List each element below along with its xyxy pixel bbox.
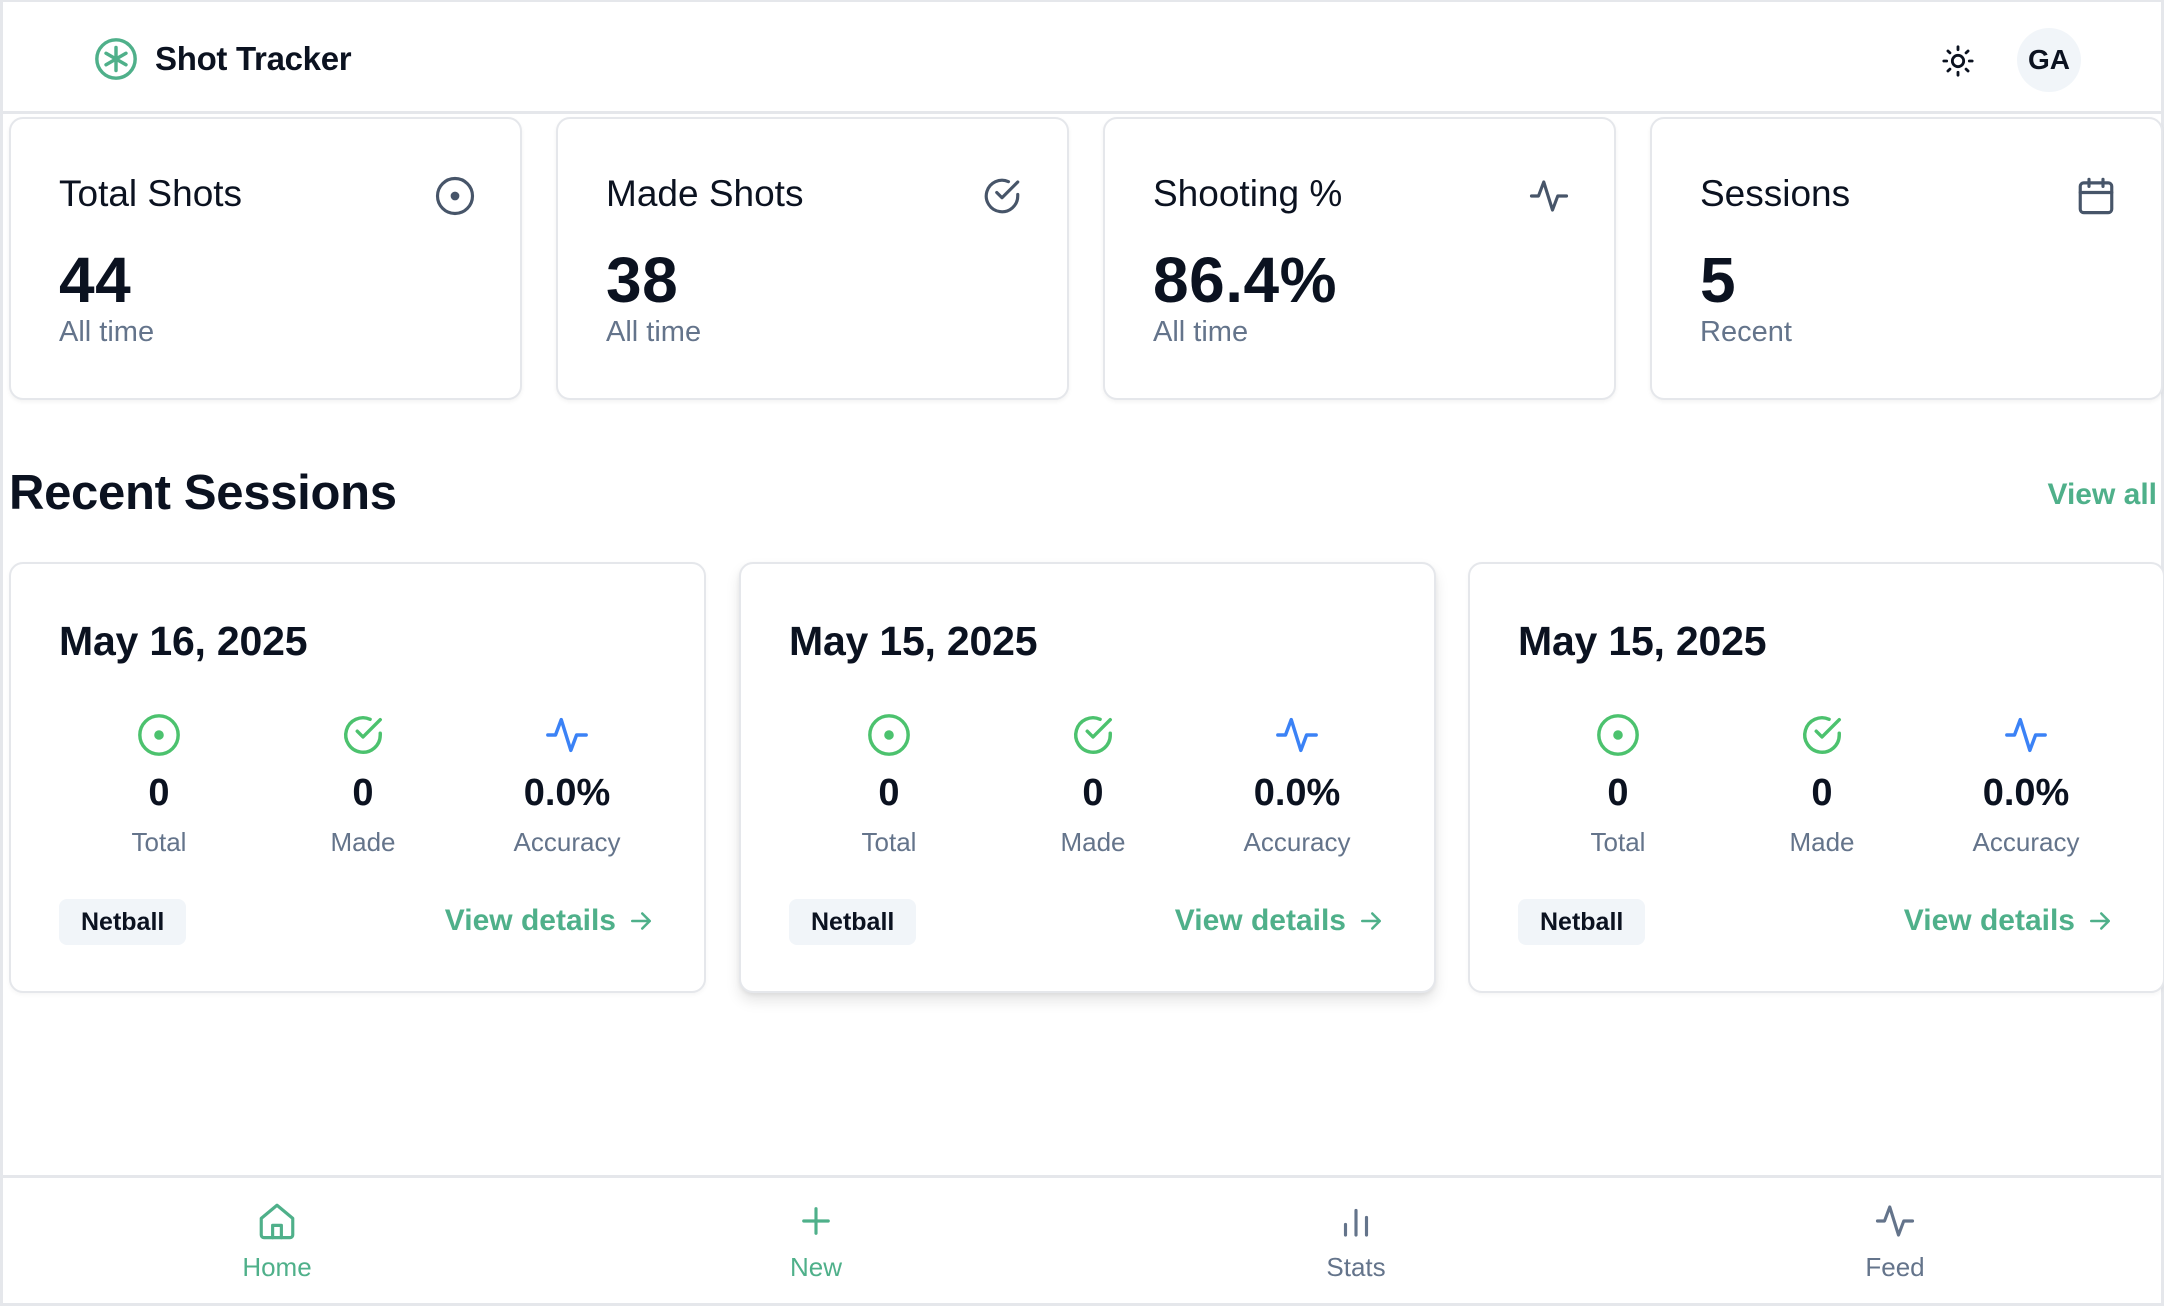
nav-item-stats[interactable]: Stats <box>1256 1200 1456 1283</box>
arrow-right-icon <box>631 912 651 930</box>
bar-chart-icon <box>1343 1208 1369 1237</box>
view-details-label: View details <box>1903 904 2075 937</box>
stat-subtitle: All time <box>59 316 155 348</box>
session-card[interactable]: May 15, 2025 0 Total 0 Made 0.0% Accurac… <box>739 562 1436 993</box>
view-all-link[interactable]: View all <box>2047 478 2157 512</box>
stat-subtitle: All time <box>606 316 702 348</box>
metric-total: 0 Total <box>1518 712 1718 858</box>
stat-card-made-shots: Made Shots 38 All time <box>556 117 1069 400</box>
stat-title: Made Shots <box>606 173 804 214</box>
session-card[interactable]: May 16, 2025 0 Total 0 Made 0.0% Accurac… <box>9 562 706 993</box>
metric-label: Total <box>131 827 187 857</box>
metric-label: Total <box>861 827 917 857</box>
check-circle-icon <box>1803 716 1841 754</box>
metric-accuracy: 0.0% Accuracy <box>467 712 667 858</box>
bottom-nav: Home New Stats Feed <box>3 1175 2161 1303</box>
stat-value: 38 <box>606 244 679 316</box>
metric-label: Accuracy <box>1243 827 1351 857</box>
stat-title: Sessions <box>1700 173 1851 214</box>
logo-icon <box>95 38 137 80</box>
target-icon <box>1597 714 1639 756</box>
metric-accuracy: 0.0% Accuracy <box>1926 712 2126 858</box>
check-circle-icon <box>1074 716 1112 754</box>
theme-toggle-button[interactable] <box>1937 40 1979 82</box>
metric-value: 0 <box>1607 772 1629 814</box>
sport-tag: Netball <box>59 899 187 945</box>
session-date: May 15, 2025 <box>1518 618 1767 664</box>
activity-icon <box>546 717 588 753</box>
metric-label: Accuracy <box>513 827 621 857</box>
target-icon <box>435 176 475 216</box>
view-details-link[interactable]: View details <box>1175 904 1386 938</box>
stat-title: Shooting % <box>1153 173 1343 214</box>
activity-icon <box>1276 717 1318 753</box>
stat-value: 86.4% <box>1153 244 1337 316</box>
metric-value: 0 <box>1811 772 1833 814</box>
stat-value: 5 <box>1700 244 1737 316</box>
view-details-link[interactable]: View details <box>1904 904 2115 938</box>
home-icon <box>259 1203 295 1240</box>
brand[interactable]: Shot Tracker <box>93 36 352 82</box>
metric-value: 0.0% <box>1253 772 1341 814</box>
arrow-right-icon <box>2090 912 2110 930</box>
recent-sessions-title: Recent Sessions <box>9 466 397 520</box>
stat-title: Total Shots <box>59 173 243 214</box>
metric-made: 0 Made <box>263 712 463 858</box>
metric-label: Made <box>1060 827 1126 857</box>
metric-total: 0 Total <box>59 712 259 858</box>
nav-item-new[interactable]: New <box>716 1200 916 1283</box>
nav-item-feed[interactable]: Feed <box>1795 1200 1995 1283</box>
sun-icon <box>1942 45 1974 77</box>
metric-value: 0 <box>1082 772 1104 814</box>
stat-card-shooting-percent: Shooting % 86.4% All time <box>1103 117 1616 400</box>
top-header: Shot Tracker GA <box>3 0 2161 114</box>
target-icon <box>138 714 180 756</box>
session-date: May 15, 2025 <box>789 618 1038 664</box>
arrow-right-icon <box>1361 912 1381 930</box>
nav-label: Home <box>242 1252 312 1282</box>
stat-card-sessions: Sessions 5 Recent <box>1650 117 2163 400</box>
nav-item-home[interactable]: Home <box>177 1200 377 1283</box>
stat-value: 44 <box>59 244 132 316</box>
nav-label: Stats <box>1326 1252 1386 1282</box>
activity-icon <box>1529 180 1569 212</box>
plus-icon <box>802 1207 830 1235</box>
activity-icon <box>2005 717 2047 753</box>
stats-row: Total Shots 44 All time Made Shots 38 Al… <box>9 117 2164 401</box>
metric-label: Made <box>330 827 396 857</box>
metric-value: 0.0% <box>1982 772 2070 814</box>
metric-total: 0 Total <box>789 712 989 858</box>
check-circle-icon <box>344 716 382 754</box>
metric-made: 0 Made <box>993 712 1193 858</box>
metric-value: 0 <box>148 772 170 814</box>
session-card[interactable]: May 15, 2025 0 Total 0 Made 0.0% Accurac… <box>1468 562 2164 993</box>
app-name: Shot Tracker <box>155 40 352 77</box>
activity-icon <box>1875 1205 1915 1237</box>
session-date: May 16, 2025 <box>59 618 308 664</box>
sport-tag: Netball <box>789 899 917 945</box>
metric-label: Accuracy <box>1972 827 2080 857</box>
metric-made: 0 Made <box>1722 712 1922 858</box>
view-details-label: View details <box>444 904 616 937</box>
nav-label: Feed <box>1865 1252 1925 1282</box>
stat-card-total-shots: Total Shots 44 All time <box>9 117 522 400</box>
stat-subtitle: Recent <box>1700 316 1792 348</box>
check-circle-icon <box>984 178 1020 214</box>
target-icon <box>868 714 910 756</box>
nav-label: New <box>789 1252 842 1282</box>
app-frame: Shot Tracker GA Total Shots 44 All time … <box>0 0 2164 1306</box>
metric-value: 0.0% <box>523 772 611 814</box>
metric-value: 0 <box>878 772 900 814</box>
user-avatar[interactable]: GA <box>2017 28 2081 92</box>
metric-label: Total <box>1590 827 1646 857</box>
sport-tag: Netball <box>1518 899 1646 945</box>
stat-subtitle: All time <box>1153 316 1249 348</box>
metric-label: Made <box>1789 827 1855 857</box>
calendar-icon <box>2078 177 2114 215</box>
view-details-label: View details <box>1174 904 1346 937</box>
view-details-link[interactable]: View details <box>445 904 656 938</box>
metric-accuracy: 0.0% Accuracy <box>1197 712 1397 858</box>
metric-value: 0 <box>352 772 374 814</box>
